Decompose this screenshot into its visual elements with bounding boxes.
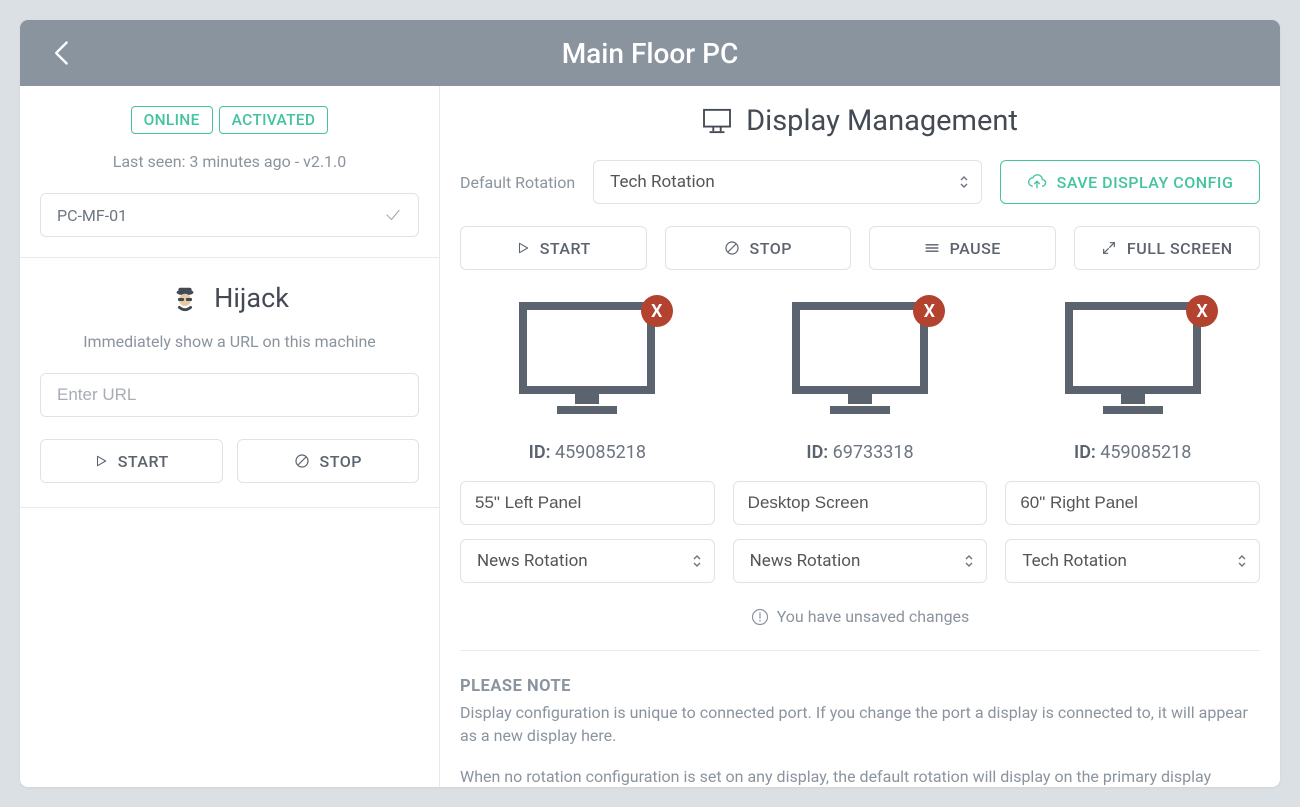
hijack-title: Hijack xyxy=(214,282,289,314)
display-name-input-1[interactable] xyxy=(733,481,988,525)
display-id-0: 459085218 xyxy=(555,442,646,463)
hijack-stop-button[interactable]: STOP xyxy=(237,439,420,483)
display-id-row-2: ID: 459085218 xyxy=(1005,442,1260,463)
note-p2: When no rotation configuration is set on… xyxy=(460,765,1260,787)
display-name-input-2[interactable] xyxy=(1005,481,1260,525)
hijack-description: Immediately show a URL on this machine xyxy=(40,332,419,351)
title-bar: Main Floor PC xyxy=(20,20,1280,86)
hijack-start-button[interactable]: START xyxy=(40,439,223,483)
hijack-actions: START STOP xyxy=(40,439,419,483)
fullscreen-label: FULL SCREEN xyxy=(1127,239,1233,258)
remove-display-button-2[interactable]: X xyxy=(1186,295,1218,327)
back-button[interactable] xyxy=(48,39,76,67)
main-title-text: Display Management xyxy=(746,104,1018,138)
stop-icon xyxy=(724,240,740,256)
display-monitor-1: X xyxy=(733,300,988,420)
monitor-icon xyxy=(790,300,930,420)
status-badge-activated: ACTIVATED xyxy=(219,106,329,134)
display-name-field-2[interactable] xyxy=(1020,482,1245,524)
display-id-2: 459085218 xyxy=(1100,442,1191,463)
note-p1: Display configuration is unique to conne… xyxy=(460,701,1260,747)
display-rotation-value-1: News Rotation xyxy=(750,551,861,571)
display-card-2: X ID: 459085218 Tech Rotation xyxy=(1005,300,1260,583)
fullscreen-icon xyxy=(1101,240,1117,256)
note-section: PLEASE NOTE Display configuration is uni… xyxy=(460,651,1260,787)
page-title: Main Floor PC xyxy=(20,37,1280,70)
display-rotation-select-1[interactable]: News Rotation xyxy=(733,539,988,583)
caret-icon xyxy=(959,175,969,189)
monitor-icon xyxy=(517,300,657,420)
unsaved-changes-text: You have unsaved changes xyxy=(777,607,970,626)
monitor-icon xyxy=(702,108,732,134)
display-card-0: X ID: 459085218 News Rotation xyxy=(460,300,715,583)
hijack-panel: Hijack Immediately show a URL on this ma… xyxy=(20,258,439,508)
id-label: ID: xyxy=(806,442,828,463)
save-config-button[interactable]: SAVE DISPLAY CONFIG xyxy=(1000,160,1260,204)
unsaved-changes-row: You have unsaved changes xyxy=(460,607,1260,651)
caret-icon xyxy=(964,554,974,568)
hijack-start-label: START xyxy=(118,452,169,471)
id-label: ID: xyxy=(529,442,551,463)
note-heading: PLEASE NOTE xyxy=(460,675,1260,699)
display-rotation-value-0: News Rotation xyxy=(477,551,588,571)
display-name-field-1[interactable] xyxy=(748,482,973,524)
displays-row: X ID: 459085218 News Rotation xyxy=(460,300,1260,583)
display-id-row-1: ID: 69733318 xyxy=(733,442,988,463)
save-config-label: SAVE DISPLAY CONFIG xyxy=(1057,173,1234,192)
cloud-upload-icon xyxy=(1027,174,1047,190)
status-badges: ONLINE ACTIVATED xyxy=(40,106,419,134)
play-icon xyxy=(516,241,530,255)
rotation-start-button[interactable]: START xyxy=(460,226,647,270)
remove-display-button-1[interactable]: X xyxy=(913,295,945,327)
display-rotation-value-2: Tech Rotation xyxy=(1022,551,1127,571)
sidebar-status-panel: ONLINE ACTIVATED Last seen: 3 minutes ag… xyxy=(20,86,439,258)
status-badge-online: ONLINE xyxy=(131,106,213,134)
sidebar: ONLINE ACTIVATED Last seen: 3 minutes ag… xyxy=(20,86,440,787)
alert-icon xyxy=(751,608,769,626)
rotation-start-label: START xyxy=(540,239,591,258)
display-id-1: 69733318 xyxy=(833,442,914,463)
rotation-pause-label: PAUSE xyxy=(950,239,1001,258)
display-name-field-0[interactable] xyxy=(475,482,700,524)
last-seen-text: Last seen: 3 minutes ago - v2.1.0 xyxy=(40,152,419,171)
machine-name-value: PC-MF-01 xyxy=(57,206,384,225)
play-icon xyxy=(94,454,108,468)
rotation-stop-label: STOP xyxy=(750,239,792,258)
spy-icon xyxy=(170,283,200,313)
display-monitor-2: X xyxy=(1005,300,1260,420)
display-id-row-0: ID: 459085218 xyxy=(460,442,715,463)
display-monitor-0: X xyxy=(460,300,715,420)
remove-display-button-0[interactable]: X xyxy=(641,295,673,327)
rotation-pause-button[interactable]: PAUSE xyxy=(869,226,1056,270)
main-title-row: Display Management xyxy=(460,104,1260,138)
main-panel: Display Management Default Rotation Tech… xyxy=(440,86,1280,787)
default-rotation-value: Tech Rotation xyxy=(610,172,715,192)
hijack-header: Hijack xyxy=(40,282,419,314)
hijack-url-field[interactable] xyxy=(57,385,402,405)
display-rotation-select-2[interactable]: Tech Rotation xyxy=(1005,539,1260,583)
caret-icon xyxy=(1237,554,1247,568)
hijack-stop-label: STOP xyxy=(320,452,362,471)
rotation-action-row: START STOP PAUSE xyxy=(460,226,1260,270)
display-rotation-select-0[interactable]: News Rotation xyxy=(460,539,715,583)
chevron-left-icon xyxy=(48,39,76,67)
content-body: ONLINE ACTIVATED Last seen: 3 minutes ag… xyxy=(20,86,1280,787)
default-rotation-select[interactable]: Tech Rotation xyxy=(593,160,982,204)
display-name-input-0[interactable] xyxy=(460,481,715,525)
check-icon xyxy=(384,206,402,224)
id-label: ID: xyxy=(1074,442,1096,463)
rotation-stop-button[interactable]: STOP xyxy=(665,226,852,270)
stop-icon xyxy=(294,453,310,469)
default-rotation-label: Default Rotation xyxy=(460,173,575,192)
monitor-icon xyxy=(1063,300,1203,420)
hijack-url-input[interactable] xyxy=(40,373,419,417)
display-card-1: X ID: 69733318 News Rotation xyxy=(733,300,988,583)
caret-icon xyxy=(692,554,702,568)
machine-name-input[interactable]: PC-MF-01 xyxy=(40,193,419,237)
pause-icon xyxy=(924,242,940,254)
app-window: Main Floor PC ONLINE ACTIVATED Last seen… xyxy=(20,20,1280,787)
fullscreen-button[interactable]: FULL SCREEN xyxy=(1074,226,1261,270)
config-row: Default Rotation Tech Rotation SAVE DISP xyxy=(460,160,1260,204)
